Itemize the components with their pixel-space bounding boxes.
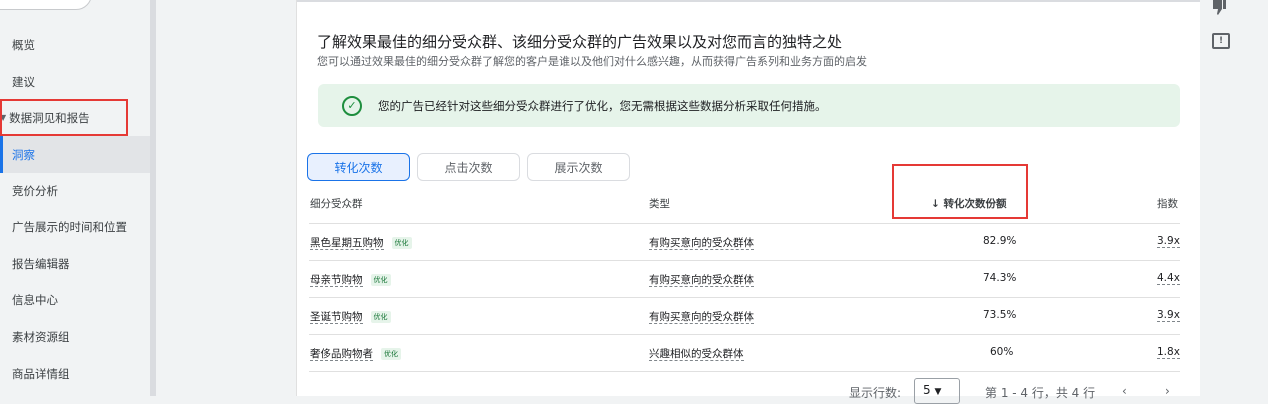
tab-conversions[interactable]: 转化次数	[307, 153, 410, 181]
segment-name[interactable]: 奢侈品购物者	[310, 348, 373, 361]
sidebar-item-listing-groups[interactable]: 商品详情组	[0, 355, 150, 392]
segment-name[interactable]: 黑色星期五购物	[310, 237, 384, 250]
segment-name[interactable]: 圣诞节购物	[310, 311, 363, 324]
optimized-banner: ✓ 您的广告已经针对这些细分受众群进行了优化，您无需根据这些数据分析采取任何措施…	[318, 84, 1180, 127]
feedback-icon[interactable]: !	[1212, 33, 1230, 49]
index-value[interactable]: 3.9x	[1157, 235, 1180, 248]
index-value[interactable]: 4.4x	[1157, 272, 1180, 285]
header-type[interactable]: 类型	[649, 196, 670, 211]
row-divider	[309, 334, 1180, 335]
segment-name[interactable]: 母亲节购物	[310, 274, 363, 287]
header-index[interactable]: 指数	[1157, 196, 1178, 211]
table-row: 黑色星期五购物 优化	[310, 235, 412, 250]
sidebar-item-label: 广告展示的时间和位置	[12, 219, 127, 234]
card-title: 了解效果最佳的细分受众群、该细分受众群的广告效果以及对您而言的独特之处	[317, 33, 843, 51]
sidebar-item-label: 商品详情组	[12, 366, 70, 381]
sidebar-item-dashboards[interactable]: 信息中心	[0, 281, 150, 318]
sidebar-item-asset-groups[interactable]: 素材资源组	[0, 318, 150, 355]
optimized-badge: 优化	[370, 311, 391, 323]
optimized-badge: 优化	[391, 237, 412, 249]
tab-clicks[interactable]: 点击次数	[417, 153, 520, 181]
sidebar-item-label: 洞察	[12, 147, 35, 162]
sidebar: 概览 建议 ▼ 数据洞见和报告 洞察 竞价分析 广告展示的时间和位置 报告编辑器 …	[0, 0, 150, 396]
sidebar-item-label: 报告编辑器	[12, 256, 70, 271]
sidebar-item-recommendations[interactable]: 建议	[0, 63, 150, 100]
header-share[interactable]: ↓ 转化次数份额	[931, 196, 1006, 211]
share-value: 82.9%	[983, 235, 1017, 247]
segment-type[interactable]: 兴趣相似的受众群体	[649, 348, 744, 361]
card-divider	[297, 0, 1203, 2]
share-value: 73.5%	[983, 309, 1017, 321]
row-divider	[309, 371, 1180, 372]
segment-type[interactable]: 有购买意向的受众群体	[649, 311, 754, 324]
sidebar-section-insights-reports[interactable]: ▼ 数据洞见和报告	[0, 99, 128, 136]
audience-insights-card: 了解效果最佳的细分受众群、该细分受众群的广告效果以及对您而言的独特之处 您可以通…	[296, 0, 1203, 404]
sidebar-item-insights[interactable]: 洞察	[0, 136, 150, 173]
table-row: 圣诞节购物 优化	[310, 309, 391, 324]
sidebar-item-label: 概览	[12, 37, 35, 52]
sidebar-item-label: 建议	[12, 74, 35, 89]
index-value[interactable]: 1.8x	[1157, 346, 1180, 359]
rows-per-page-select[interactable]: 5 ▼	[914, 378, 960, 404]
share-value: 60%	[990, 346, 1014, 358]
rows-per-page-value: 5	[923, 383, 931, 397]
sidebar-item-label: 竞价分析	[12, 183, 58, 198]
sidebar-item-overview[interactable]: 概览	[0, 26, 150, 63]
sidebar-item-label: 数据洞见和报告	[9, 110, 90, 125]
sidebar-item-label: 素材资源组	[12, 329, 70, 344]
segment-type[interactable]: 有购买意向的受众群体	[649, 237, 754, 250]
banner-text: 您的广告已经针对这些细分受众群进行了优化，您无需根据这些数据分析采取任何措施。	[378, 98, 827, 113]
card-subtitle: 您可以通过效果最佳的细分受众群了解您的客户是谁以及他们对什么感兴趣，从而获得广告…	[317, 55, 867, 68]
share-value: 74.3%	[983, 272, 1017, 284]
header-segment[interactable]: 细分受众群	[310, 196, 363, 211]
index-value[interactable]: 3.9x	[1157, 309, 1180, 322]
table-row: 母亲节购物 优化	[310, 272, 391, 287]
optimized-badge: 优化	[381, 348, 401, 360]
thumb-down-icon[interactable]	[1212, 0, 1228, 16]
table-row: 奢侈品购物者 优化	[310, 346, 401, 361]
account-pill[interactable]	[0, 0, 92, 10]
sidebar-item-auction-insights[interactable]: 竞价分析	[0, 172, 150, 209]
right-rail: !	[1200, 0, 1268, 396]
main-content: 了解效果最佳的细分受众群、该细分受众群的广告效果以及对您而言的独特之处 您可以通…	[156, 0, 1203, 404]
sidebar-item-report-editor[interactable]: 报告编辑器	[0, 245, 150, 282]
tab-impressions[interactable]: 展示次数	[527, 153, 630, 181]
row-divider	[309, 297, 1180, 298]
header-share-label: 转化次数份额	[943, 198, 1007, 210]
caret-down-icon: ▼	[0, 113, 7, 122]
segment-type[interactable]: 有购买意向的受众群体	[649, 274, 754, 287]
arrow-down-icon: ↓	[931, 198, 944, 210]
sidebar-item-label: 信息中心	[12, 292, 58, 307]
check-circle-icon: ✓	[342, 95, 362, 116]
sidebar-item-when-where-ads-showed[interactable]: 广告展示的时间和位置	[0, 208, 150, 245]
pagination-range: 第 1 - 4 行，共 4 行	[985, 386, 1096, 400]
rows-per-page-label: 显示行数:	[849, 386, 902, 400]
row-divider	[309, 223, 1180, 224]
row-divider	[309, 260, 1180, 261]
optimized-badge: 优化	[370, 274, 391, 286]
